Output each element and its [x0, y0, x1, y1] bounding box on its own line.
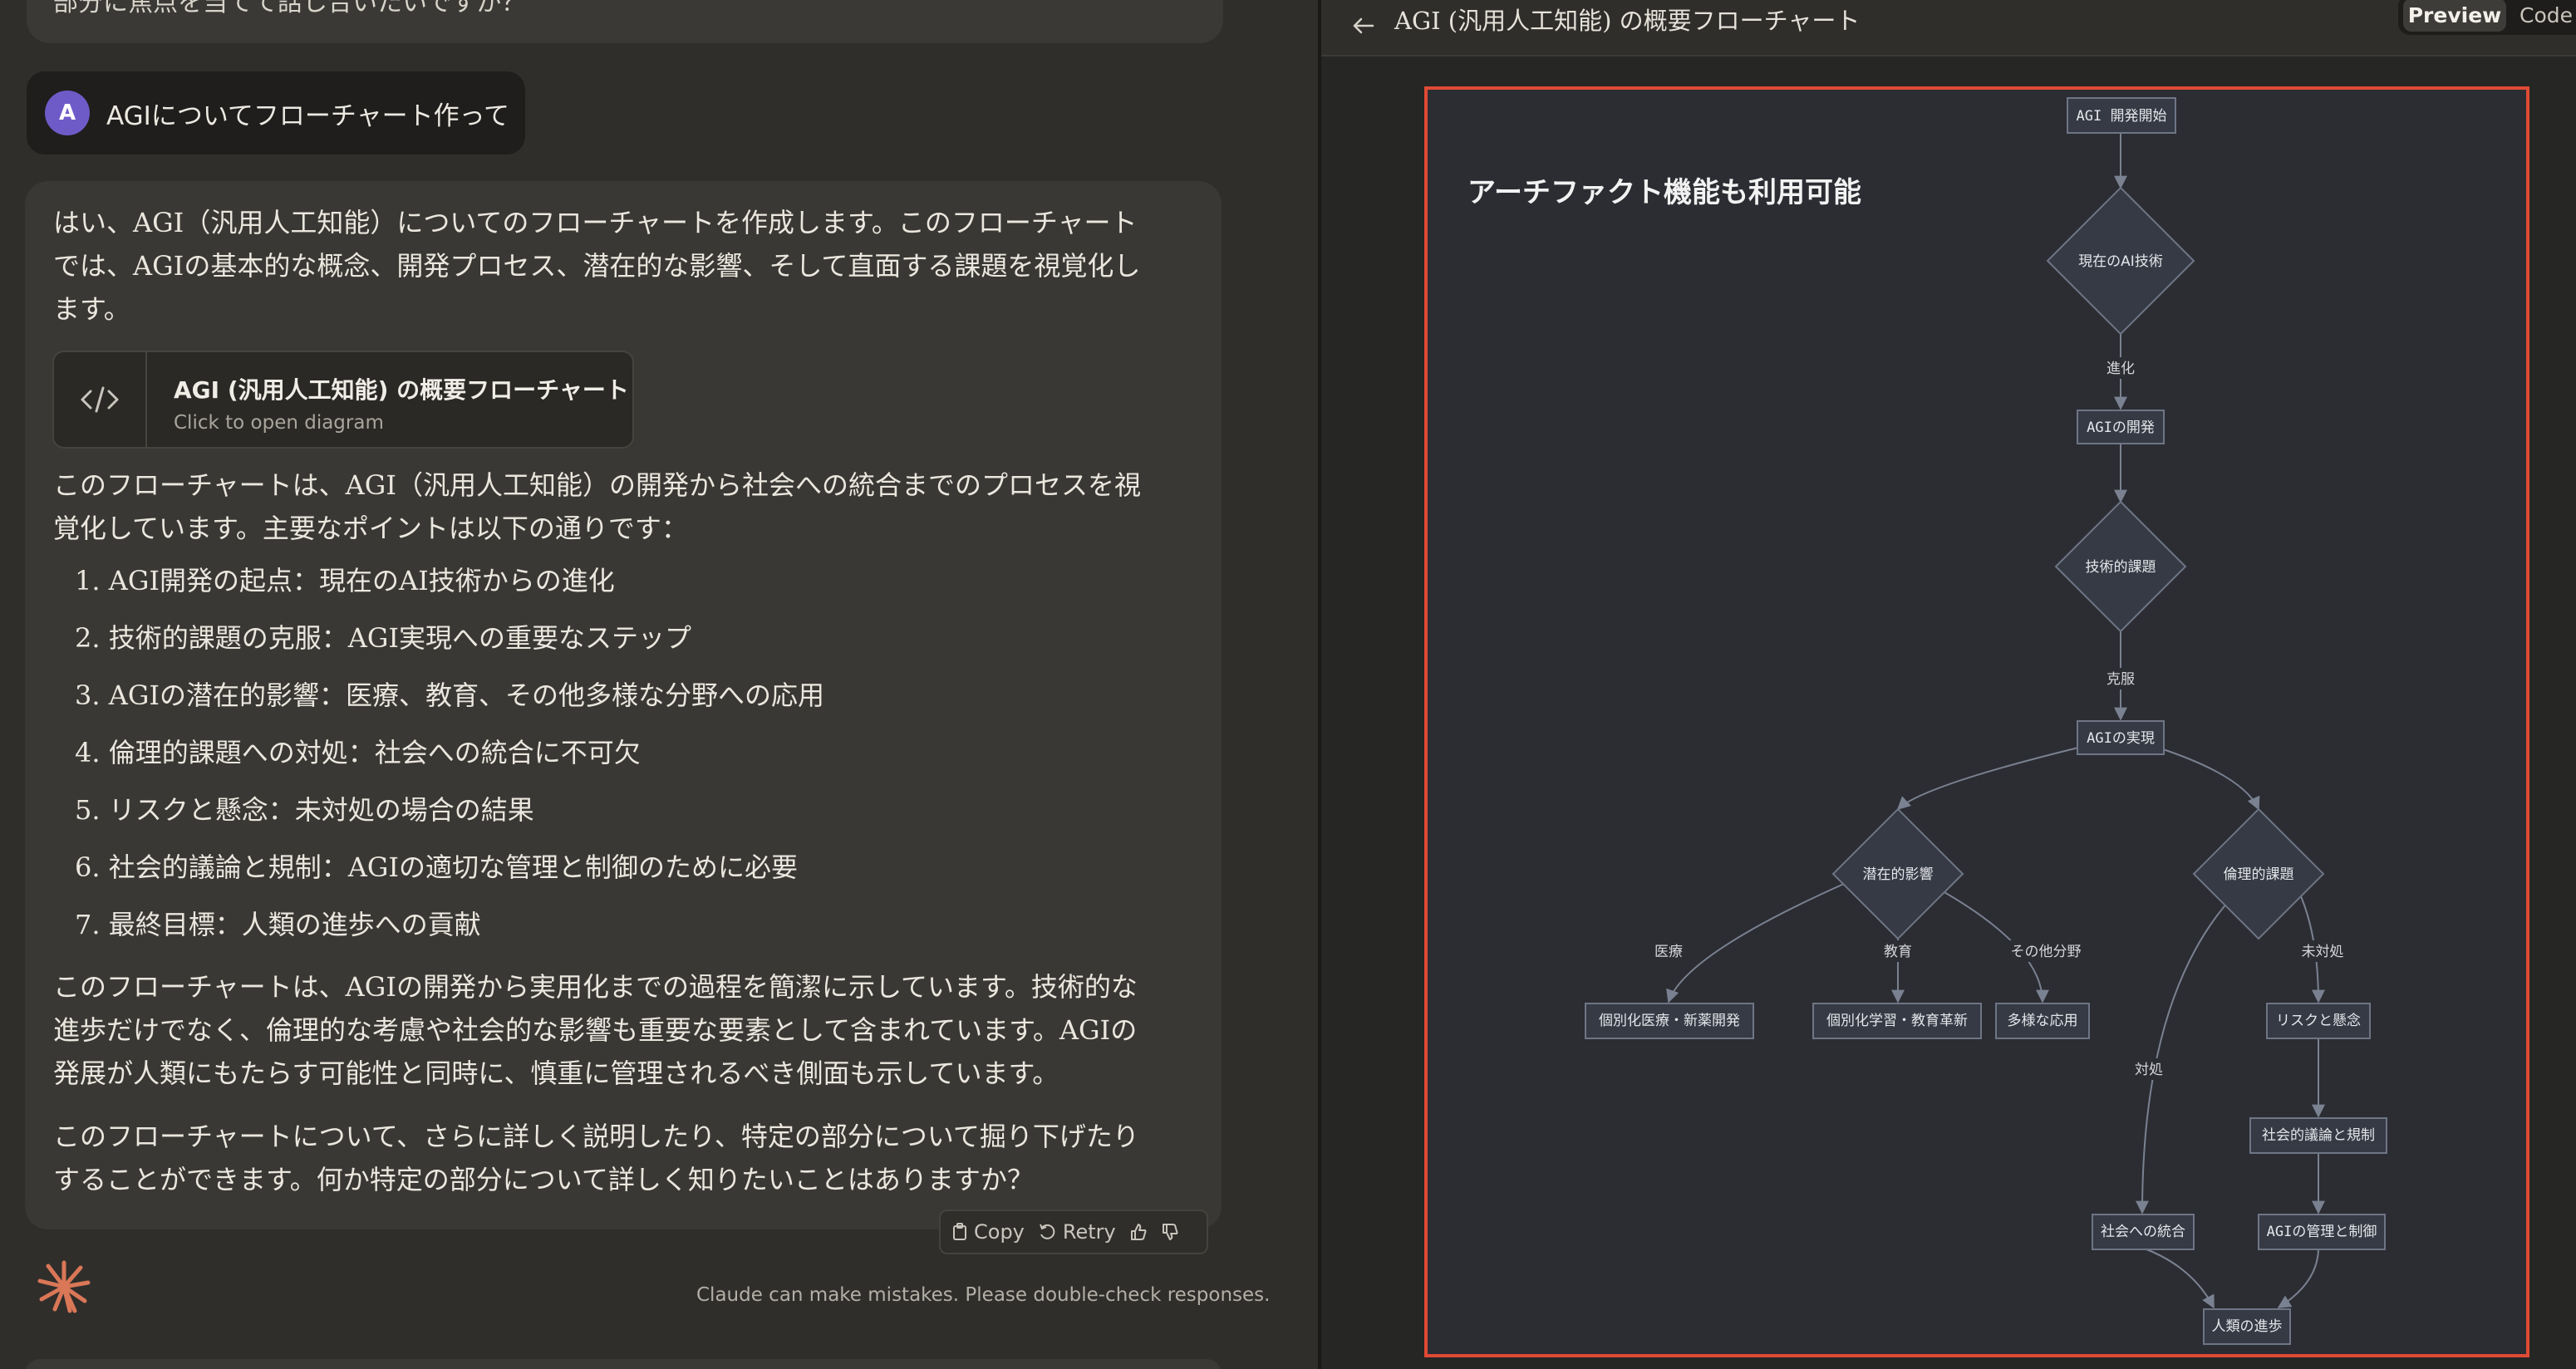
edge-integration-progress [2141, 1247, 2215, 1309]
closing-paragraph: このフローチャートについて、さらに詳しく説明したり、特定の部分について掘り下げた… [53, 1115, 1158, 1201]
flowchart-preview: アーチファクト機能も利用可能 進化 克服 医療 教育 その他分野 未対処 対処 … [1424, 86, 2529, 1357]
key-points-list: 1. AGI開発の起点：現在のAI技術からの進化 2. 技術的課題の克服：AGI… [75, 560, 824, 961]
code-icon [54, 352, 147, 447]
list-item: 3. AGIの潜在的影響：医療、教育、その他多様な分野への応用 [75, 680, 825, 711]
node-progress-label: 人類の進歩 [2212, 1318, 2283, 1335]
avatar: A [45, 91, 90, 135]
node-medical-label: 個別化医療・新薬開発 [1599, 1013, 1740, 1029]
conclusion-paragraph: このフローチャートは、AGIの開発から実用化までの過程を簡潔に示しています。技術… [53, 965, 1158, 1095]
artifact-header: AGI (汎用人工知能) の概要フローチャート Preview Code [1321, 0, 2576, 56]
node-tech-issues-label: 技術的課題 [2086, 559, 2156, 576]
edge-label-address: 対処 [2135, 1062, 2163, 1078]
text-line: このフローチャートは、AGIの開発から実用化までの過程を簡潔に示しています。技術… [53, 971, 1138, 1003]
previous-message-text: 部分に焦点を当てて話し合いたいですか？ [53, 0, 527, 17]
edge-potential-medical [1666, 880, 1852, 1003]
message-action-bar: Copy Retry [939, 1210, 1208, 1254]
edge-label-evolve: 進化 [2107, 361, 2135, 377]
tab-code[interactable]: Code [2519, 0, 2573, 32]
artifact-title: AGI (汎用人工知能) の概要フローチャート [1394, 7, 1861, 35]
node-education-label: 個別化学習・教育革新 [1826, 1013, 1968, 1029]
list-item: 2. 技術的課題の克服：AGI実現への重要なステップ [75, 622, 692, 654]
user-message-text: AGIについてフローチャート作って [106, 101, 510, 131]
text-line: このフローチャートは、AGI（汎用人工知能）の開発から社会への統合までのプロセス… [53, 469, 1141, 501]
edge-label-unaddressed: 未対処 [2302, 944, 2344, 960]
clipboard-icon [953, 1223, 966, 1240]
text-line: では、AGIの基本的な概念、開発プロセス、潜在的な影響、そして直面する課題を視覚… [53, 250, 1141, 282]
list-item: 5. リスクと懸念：未対処の場合の結果 [75, 794, 534, 826]
user-message: A AGIについてフローチャート作って [27, 71, 525, 155]
list-item: 7. 最終目標：人類の進歩への貢献 [75, 909, 481, 940]
text-line: このフローチャートについて、さらに詳しく説明したり、特定の部分について掘り下げた… [53, 1121, 1139, 1152]
list-item: 6. 社会的議論と規制：AGIの適切な管理と制御のために必要 [75, 851, 799, 883]
node-various-label: 多様な応用 [2008, 1013, 2078, 1029]
edge-ethics-integration [2136, 895, 2234, 1214]
tab-preview[interactable]: Preview [2403, 0, 2506, 32]
text-line: ます。 [53, 293, 130, 325]
retry-label: Retry [1062, 1220, 1116, 1244]
disclaimer-text: Claude can make mistakes. Please double-… [696, 1284, 1271, 1306]
text-line: することができます。何か特定の部分について詳しく知りたいことはありますか？ [53, 1164, 1034, 1195]
intro-paragraph: はい、AGI（汎用人工知能）についてのフローチャートを作成します。このフローチャ… [53, 201, 1158, 331]
text-line: 発展が人類にもたらす可能性と同時に、慎重に管理されるべき側面も示しています。 [53, 1057, 1059, 1089]
thumbs-up-icon [1130, 1224, 1147, 1240]
artifact-title: AGI (汎用人工知能) の概要フローチャート [174, 376, 629, 404]
node-control-label: AGIの管理と制御 [2267, 1224, 2377, 1240]
retry-icon [1039, 1224, 1055, 1239]
edge-label-medical: 医療 [1654, 944, 1683, 960]
summary-paragraph: このフローチャートは、AGI（汎用人工知能）の開発から社会への統合までのプロセス… [53, 464, 1158, 550]
copy-label: Copy [974, 1220, 1025, 1244]
flowchart-diagram: 進化 克服 医療 教育 その他分野 未対処 対処 AGI 開発開始 現在のAI技… [1585, 97, 2387, 1345]
node-integration-label: 社会への統合 [2101, 1224, 2185, 1240]
text-line: 進歩だけでなく、倫理的な考慮や社会的な影響も重要な要素として含まれています。AG… [53, 1014, 1138, 1046]
retry-button[interactable]: Retry [1038, 1220, 1116, 1244]
node-current-ai-label: 現在のAI技術 [2078, 253, 2163, 270]
back-arrow-icon[interactable] [1351, 13, 1376, 38]
artifact-subtitle: Click to open diagram [174, 412, 384, 434]
node-agi-dev-label: AGIの開発 [2087, 420, 2155, 436]
artifact-card[interactable]: AGI (汎用人工知能) の概要フローチャート Click to open di… [52, 351, 634, 449]
text-line: 覚化しています。主要なポイントは以下の通りです： [53, 513, 688, 544]
edge-control-progress [2277, 1247, 2319, 1308]
chat-input-box[interactable] [25, 1359, 1222, 1369]
node-regulation-label: 社会的議論と規制 [2262, 1127, 2375, 1144]
list-item: 4. 倫理的課題への対処：社会への統合に不可欠 [75, 737, 641, 768]
thumbs-up-button[interactable] [1129, 1223, 1148, 1241]
copy-button[interactable]: Copy [952, 1220, 1025, 1244]
edge-label-other: その他分野 [2011, 944, 2082, 960]
node-risks-label: リスクと懸念 [2276, 1012, 2361, 1029]
text-line: はい、AGI（汎用人工知能）についてのフローチャートを作成します。このフローチャ… [53, 207, 1138, 238]
claude-logo-icon [37, 1260, 91, 1313]
thumbs-down-button[interactable] [1161, 1223, 1179, 1241]
node-ethics-label: 倫理的課題 [2224, 866, 2294, 883]
thumbs-down-icon [1162, 1224, 1178, 1240]
edge-label-education: 教育 [1884, 944, 1912, 960]
node-start-label: AGI 開発開始 [2077, 108, 2167, 125]
edge-real-potential [1896, 742, 2100, 811]
list-item: 1. AGI開発の起点：現在のAI技術からの進化 [75, 565, 615, 596]
node-agi-real-label: AGIの実現 [2087, 730, 2155, 747]
view-toggle: Preview Code [2398, 0, 2576, 35]
node-potential-label: 潜在的影響 [1863, 866, 1934, 883]
edge-label-overcome: 克服 [2107, 671, 2135, 688]
artifact-pane: AGI (汎用人工知能) の概要フローチャート Preview Code アーチ… [1321, 0, 2576, 1369]
chat-pane: 部分に焦点を当てて話し合いたいですか？ A AGIについてフローチャート作って … [0, 0, 1318, 1369]
